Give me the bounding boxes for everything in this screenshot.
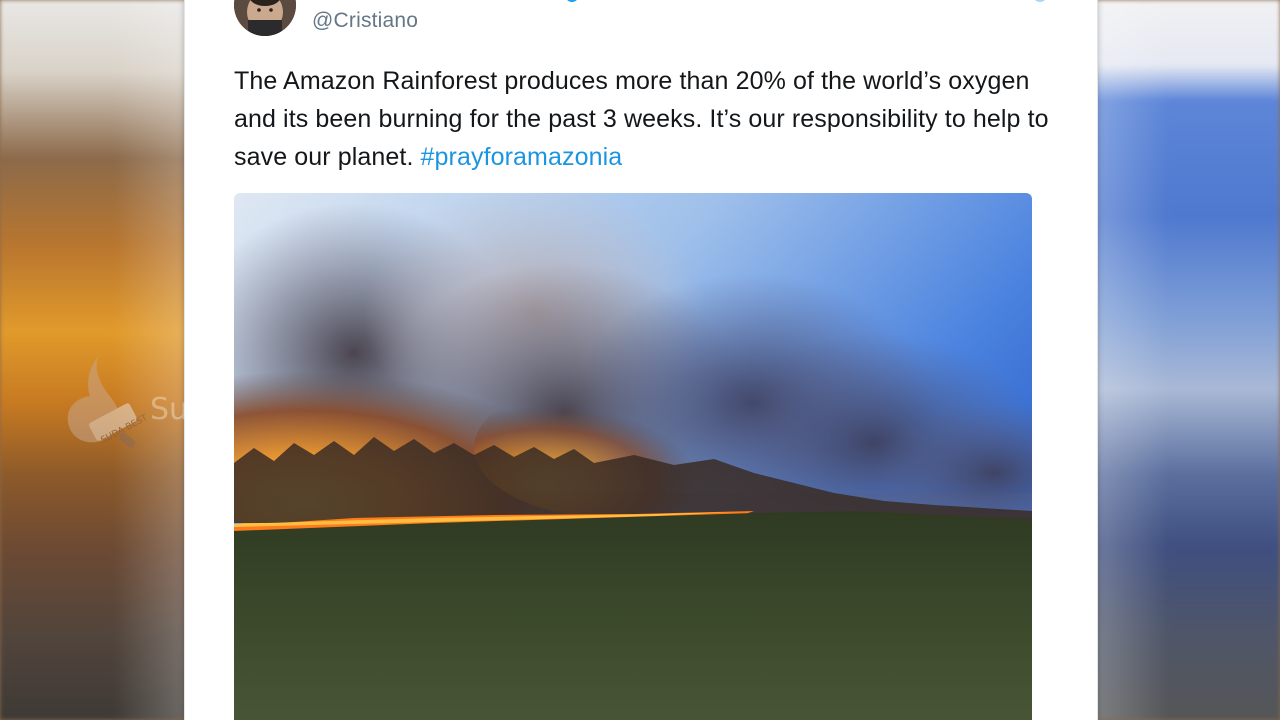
hashtag-link[interactable]: #prayforamazonia (421, 143, 623, 171)
verified-badge-icon (565, 0, 579, 2)
tweet-body: The Amazon Rainforest produces more than… (234, 67, 1049, 171)
user-handle[interactable]: @Cristiano (312, 9, 418, 33)
tweet-card[interactable]: @Cristiano The Amazon Rainforest produce… (184, 0, 1098, 720)
caret-icon[interactable] (1033, 0, 1047, 2)
tweet-text: The Amazon Rainforest produces more than… (234, 62, 1054, 176)
watermark: SUDA BEST Suda (60, 350, 240, 470)
wildfire-photo-icon (234, 193, 1032, 720)
tweet-media-photo[interactable] (234, 193, 1032, 720)
avatar[interactable] (234, 0, 296, 36)
watermark-logo-icon: SUDA BEST (67, 356, 146, 448)
blurred-background-right (1094, 0, 1280, 720)
watermark-text: Suda (150, 392, 226, 427)
